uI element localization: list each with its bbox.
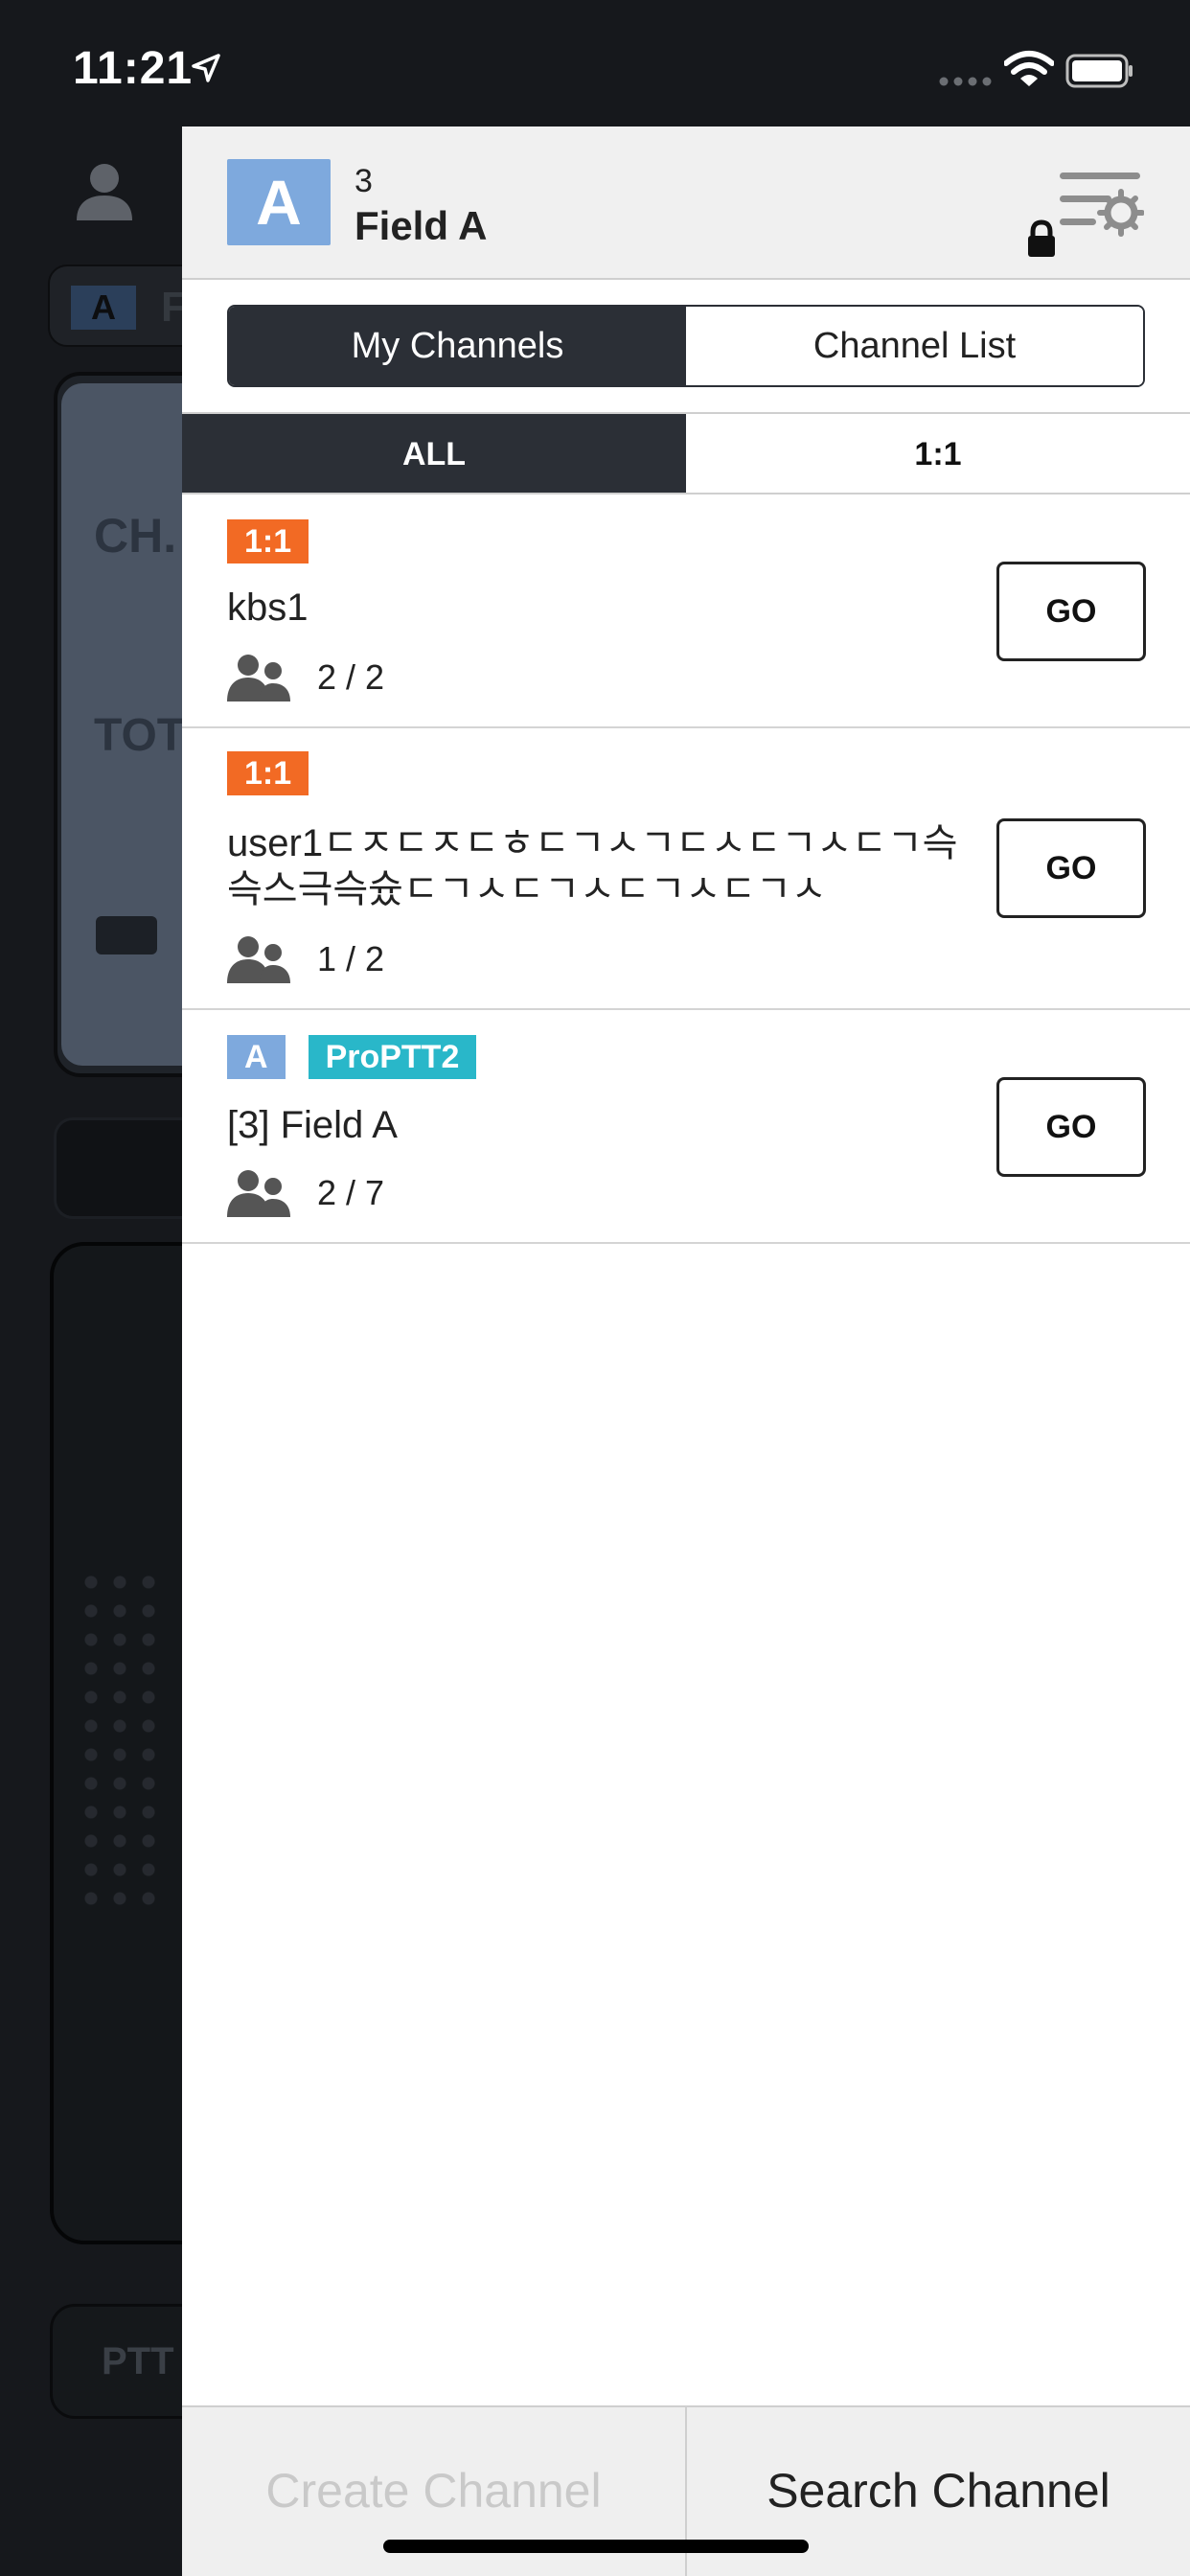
server-tag: ProPTT2 bbox=[308, 1035, 477, 1079]
go-button[interactable]: GO bbox=[996, 1077, 1146, 1177]
background-header-badge: A bbox=[71, 286, 136, 330]
recording-icon bbox=[96, 916, 157, 954]
members-icon bbox=[227, 1170, 290, 1217]
cellular-icon bbox=[939, 77, 992, 86]
channel-list: 1:1 kbs1 2 / 2 GO 1:1 user1ㄷㅈㄷㅈㄷㅎㄷㄱㅅㄱㄷㅅㄷ… bbox=[182, 494, 1190, 1244]
group-tag: A bbox=[227, 1035, 286, 1079]
home-indicator[interactable] bbox=[383, 2540, 809, 2553]
screen: A F CH. TOT PTT 11:21 A 3 Field A My Cha… bbox=[0, 0, 1190, 2576]
channel-row[interactable]: 1:1 kbs1 2 / 2 GO bbox=[182, 494, 1190, 728]
group-number: 3 bbox=[355, 163, 373, 199]
members-count: 2 / 2 bbox=[317, 657, 385, 697]
speaker-grille bbox=[77, 1568, 163, 1913]
channel-name: kbs1 bbox=[227, 586, 309, 629]
settings-lock-icon[interactable] bbox=[1025, 165, 1144, 261]
filter-tabs: ALL 1:1 bbox=[182, 412, 1190, 494]
channel-name: user1ㄷㅈㄷㅈㄷㅎㄷㄱㅅㄱㄷㅅㄷㄱㅅㄷㄱ슥슥스극슥슜ㄷㄱㅅㄷㄱㅅㄷㄱㅅㄷㄱㅅ bbox=[227, 822, 958, 910]
tab-my-channels[interactable]: My Channels bbox=[229, 307, 686, 385]
members-count: 1 / 2 bbox=[317, 939, 385, 978]
wifi-icon bbox=[1004, 51, 1054, 86]
channel-tags: 1:1 bbox=[227, 751, 309, 795]
status-bar: 11:21 bbox=[0, 0, 1190, 125]
status-time: 11:21 bbox=[73, 43, 194, 94]
channel-tags: 1:1 bbox=[227, 519, 309, 564]
group-name: Field A bbox=[355, 203, 488, 248]
channel-members: 2 / 2 bbox=[227, 654, 384, 702]
background-ptt-label: PTT bbox=[102, 2340, 174, 2382]
channel-row[interactable]: A ProPTT2 [3] Field A 2 / 7 GO bbox=[182, 1010, 1190, 1244]
group-badge: A bbox=[227, 159, 331, 245]
channel-segment-control: My Channels Channel List bbox=[227, 305, 1145, 387]
drawer-header: A 3 Field A bbox=[182, 126, 1190, 280]
battery-icon bbox=[1065, 54, 1133, 88]
go-button[interactable]: GO bbox=[996, 562, 1146, 661]
channel-members: 2 / 7 bbox=[227, 1169, 384, 1217]
members-icon bbox=[227, 655, 290, 702]
channel-members: 1 / 2 bbox=[227, 935, 384, 983]
channel-tags: A ProPTT2 bbox=[227, 1035, 477, 1079]
members-count: 2 / 7 bbox=[317, 1173, 385, 1212]
go-button[interactable]: GO bbox=[996, 818, 1146, 918]
tab-channel-list[interactable]: Channel List bbox=[686, 307, 1143, 385]
tab-one-to-one[interactable]: 1:1 bbox=[686, 414, 1190, 493]
channel-type-badge: 1:1 bbox=[227, 519, 309, 564]
members-icon bbox=[227, 936, 290, 983]
user-icon[interactable] bbox=[73, 159, 136, 222]
channel-row[interactable]: 1:1 user1ㄷㅈㄷㅈㄷㅎㄷㄱㅅㄱㄷㅅㄷㄱㅅㄷㄱ슥슥스극슥슜ㄷㄱㅅㄷㄱㅅㄷㄱ… bbox=[182, 728, 1190, 1010]
background-ch-label: CH. bbox=[94, 509, 177, 563]
channel-type-badge: 1:1 bbox=[227, 751, 309, 795]
channel-name: [3] Field A bbox=[227, 1104, 398, 1146]
background-tot-label: TOT bbox=[94, 710, 186, 761]
tab-all[interactable]: ALL bbox=[182, 414, 686, 493]
location-arrow-icon bbox=[192, 54, 220, 82]
channel-drawer: A 3 Field A My Channels Channel List ALL… bbox=[182, 126, 1190, 2576]
